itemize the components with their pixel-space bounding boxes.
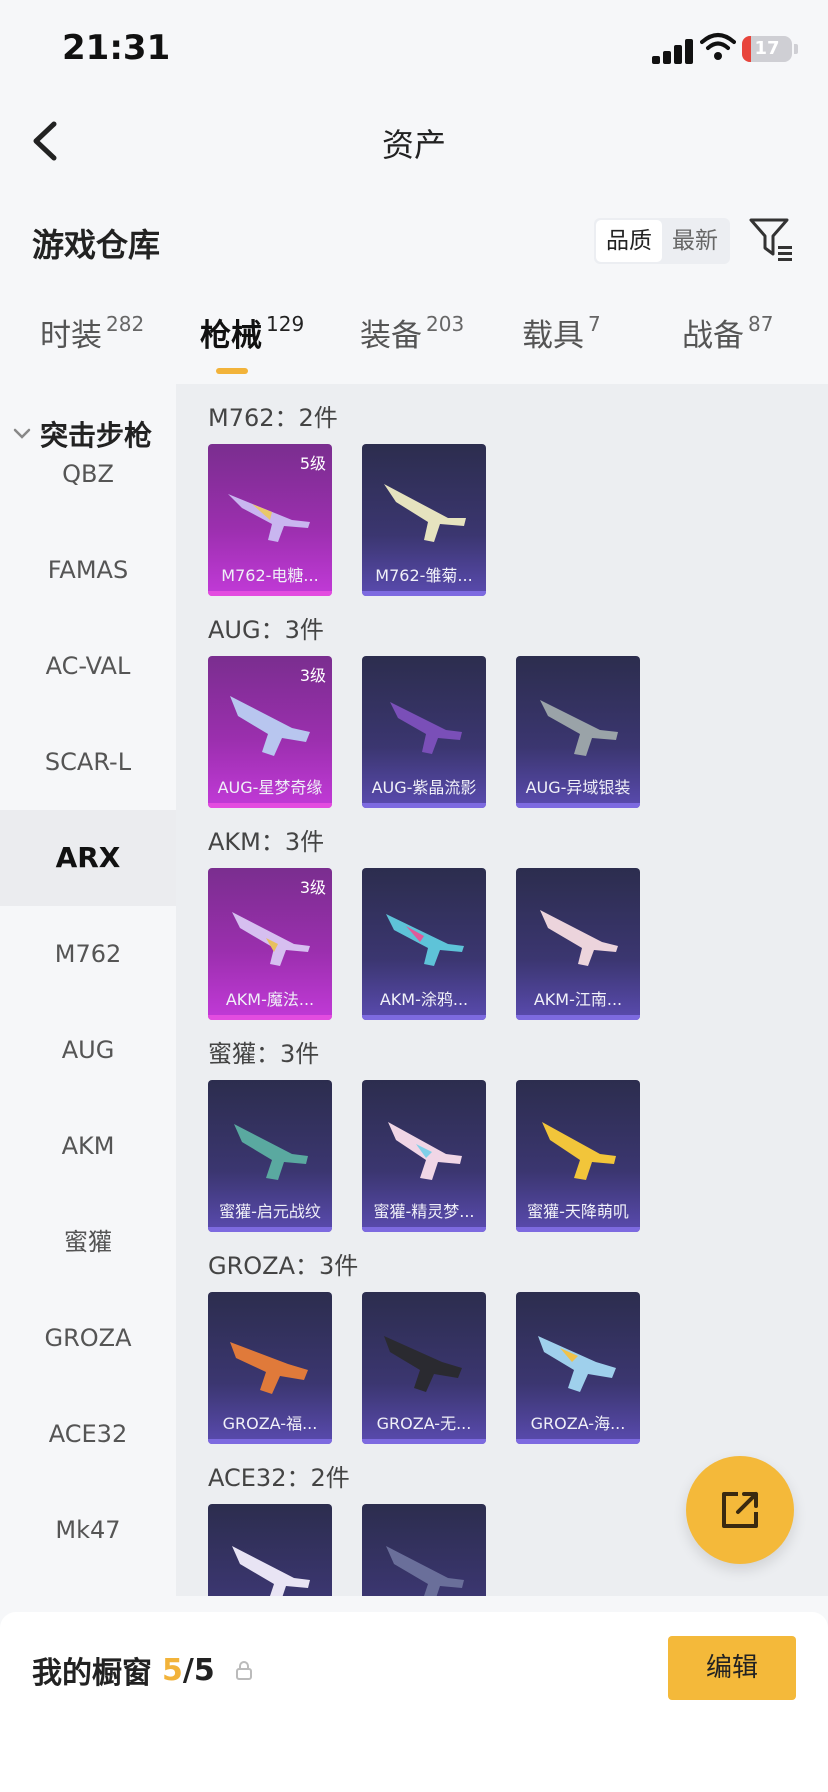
share-button[interactable] (686, 1456, 794, 1564)
sidebar-item-akm[interactable]: AKM (0, 1098, 176, 1194)
sidebar-item-scar-l[interactable]: SCAR-L (0, 714, 176, 810)
skin-card[interactable]: 3级 AUG-星梦奇缘 (208, 656, 332, 808)
skin-card[interactable]: GROZA-福... (208, 1292, 332, 1444)
skin-card[interactable]: AUG-异域银装 (516, 656, 640, 808)
page-title: 资产 (381, 126, 446, 164)
wifi-icon (700, 33, 736, 60)
rifle-image (540, 700, 618, 756)
skin-card[interactable]: AUG-紫晶流影 (362, 656, 486, 808)
rifle-image (388, 1122, 462, 1180)
edit-button[interactable]: 编辑 (668, 1636, 796, 1700)
skin-name: 蜜獾-启元战纹 (219, 1202, 321, 1221)
skin-card[interactable]: AKM-涂鸦... (362, 868, 486, 1020)
weapon-skin-grid: M762：2件 5级 M762-电糖... M762-雏菊... AUG：3件 … (176, 384, 828, 1596)
rifle-image (540, 910, 618, 966)
rifle-image (384, 1336, 462, 1392)
skin-name: 蜜獾-天降萌叽 (527, 1202, 629, 1221)
group-title-m762: M762：2件 (208, 404, 338, 432)
battery-icon: 17 (742, 36, 792, 62)
sidebar-item-qbz[interactable]: QBZ (0, 426, 176, 522)
skin-card[interactable]: 蜜獾-天降萌叽 (516, 1080, 640, 1232)
skin-name: AUG-紫晶流影 (371, 778, 477, 797)
skin-name: AKM-魔法... (225, 990, 315, 1009)
cellular-signal-icon (652, 38, 696, 64)
rifle-image (390, 702, 462, 754)
skin-name: AUG-星梦奇缘 (217, 778, 323, 797)
skin-card[interactable]: 3级 AKM-魔法... (208, 868, 332, 1020)
sidebar-item-groza[interactable]: GROZA (0, 1290, 176, 1386)
sort-newest-button[interactable]: 最新 (662, 220, 728, 262)
sort-toggle: 品质 最新 (594, 218, 730, 264)
skin-name: M762-电糖... (221, 566, 319, 585)
rifle-image (542, 1122, 616, 1180)
rifle-image (386, 1546, 464, 1596)
tab-fashion[interactable]: 时装 282 (40, 310, 144, 380)
active-tab-indicator (216, 368, 248, 374)
skin-card[interactable]: GROZA-海... (516, 1292, 640, 1444)
skin-name: GROZA-海... (530, 1414, 626, 1433)
filter-icon[interactable] (748, 216, 794, 262)
category-tabs: 时装 282 枪械 129 装备 203 载具 7 战备 87 (0, 310, 828, 380)
showcase-separator: / (182, 1652, 194, 1688)
rifle-image (230, 696, 310, 756)
sidebar-item-famas[interactable]: FAMAS (0, 522, 176, 618)
rifle-image (234, 1124, 308, 1180)
sort-quality-button[interactable]: 品质 (596, 220, 662, 262)
rifle-image (230, 1342, 308, 1394)
skin-card[interactable]: 蜜獾-启元战纹 (208, 1080, 332, 1232)
sidebar-item-m762[interactable]: M762 (0, 906, 176, 1002)
group-title-aug: AUG：3件 (208, 616, 324, 644)
sidebar-item-honey-badger[interactable]: 蜜獾 (0, 1194, 176, 1290)
skin-card[interactable]: M762-雏菊... (362, 444, 486, 596)
showcase-label: 我的橱窗 (32, 1656, 152, 1691)
skin-card[interactable] (362, 1504, 486, 1596)
sidebar-item-arx[interactable]: ARX (0, 810, 176, 906)
rifle-image (232, 1546, 310, 1596)
sidebar-item-mk47[interactable]: Mk47 (0, 1482, 176, 1578)
rifle-image (538, 1336, 616, 1392)
skin-name: M762-雏菊... (375, 566, 473, 585)
rifle-image (384, 484, 466, 542)
group-title-akm: AKM：3件 (208, 828, 325, 856)
showcase-info: 我的橱窗 5/5 (32, 1648, 253, 1692)
showcase-bar: 我的橱窗 5/5 编辑 (0, 1612, 828, 1792)
skin-name: AKM-江南... (533, 990, 623, 1009)
lock-icon (235, 1661, 252, 1680)
skin-name: AKM-涂鸦... (379, 990, 469, 1009)
skin-card[interactable]: GROZA-无... (362, 1292, 486, 1444)
nav-bar: 资产 (0, 100, 828, 180)
skin-name: GROZA-福... (222, 1414, 318, 1433)
group-title-ace32: ACE32：2件 (208, 1464, 350, 1492)
skin-card[interactable] (208, 1504, 332, 1596)
warehouse-title: 游戏仓库 (32, 226, 161, 264)
skin-level-badge: 3级 (299, 666, 326, 685)
skin-card[interactable]: 5级 M762-电糖... (208, 444, 332, 596)
skin-level-badge: 3级 (299, 878, 326, 897)
group-title-honey-badger: 蜜獾：3件 (208, 1040, 320, 1068)
status-bar: 21:31 17 (0, 0, 828, 100)
rifle-image (386, 914, 464, 966)
weapon-sidebar: 突击步枪 QBZ FAMAS AC-VAL SCAR-L ARX M762 AU… (0, 384, 176, 1596)
skin-name: 蜜獾-精灵梦... (373, 1202, 475, 1221)
rifle-image (232, 912, 310, 966)
sidebar-item-aug[interactable]: AUG (0, 1002, 176, 1098)
external-link-icon (722, 1492, 758, 1528)
showcase-total: 5 (193, 1652, 215, 1688)
group-title-groza: GROZA：3件 (208, 1252, 359, 1280)
sidebar-item-ace32[interactable]: ACE32 (0, 1386, 176, 1482)
skin-card[interactable]: 蜜獾-精灵梦... (362, 1080, 486, 1232)
skin-name: GROZA-无... (376, 1414, 472, 1433)
rifle-image (228, 494, 310, 542)
sidebar-item-ac-val[interactable]: AC-VAL (0, 618, 176, 714)
tab-equipment[interactable]: 装备 203 (360, 310, 464, 380)
status-time: 21:31 (62, 28, 171, 68)
skin-card[interactable]: AKM-江南... (516, 868, 640, 1020)
tab-vehicles[interactable]: 载具 7 (522, 310, 601, 380)
battery-level: 17 (754, 38, 780, 59)
skin-name: AUG-异域银装 (525, 778, 631, 797)
showcase-current: 5 (162, 1652, 183, 1688)
tab-combat-gear[interactable]: 战备 87 (682, 310, 773, 380)
skin-level-badge: 5级 (299, 454, 326, 473)
